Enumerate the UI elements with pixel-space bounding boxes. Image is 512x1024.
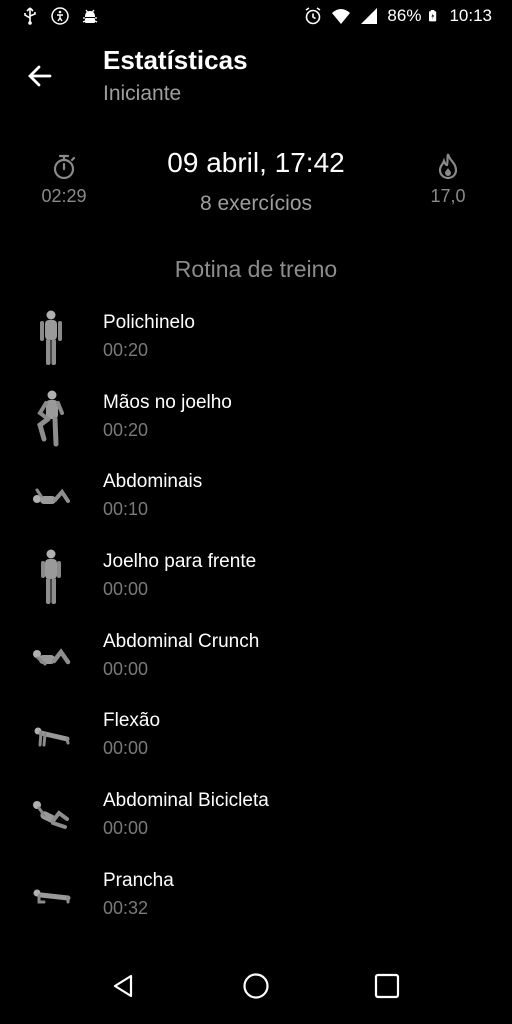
exercise-thumbnail — [22, 782, 80, 850]
exercise-thumbnail — [22, 304, 80, 372]
figure-bicycle-crunch-icon — [33, 801, 69, 830]
workout-duration: 02:29 — [41, 186, 87, 206]
back-triangle-icon — [113, 974, 133, 998]
exercise-item[interactable]: Prancha 00:32 — [0, 856, 512, 936]
exercise-time: 00:00 — [103, 658, 149, 679]
signal-icon — [361, 8, 378, 24]
exercise-time: 00:00 — [103, 818, 149, 839]
exercise-thumbnail — [22, 543, 80, 611]
session-date: 09 abril, 17:42 — [167, 147, 345, 178]
exercise-time: 00:32 — [103, 897, 149, 918]
figure-plank-icon — [33, 889, 71, 904]
exercise-item[interactable]: Flexão 00:00 — [0, 696, 512, 776]
exercise-item[interactable]: Mãos no joelho 00:20 — [0, 378, 512, 458]
clock: 10:13 — [449, 6, 492, 25]
nav-recents-button[interactable] — [367, 966, 407, 1006]
figure-knee-raise-icon — [37, 390, 64, 447]
alarm-icon — [305, 7, 321, 25]
exercise-time: 00:00 — [103, 579, 149, 600]
nav-home-button[interactable] — [236, 966, 276, 1006]
exercise-name: Abdominal Bicicleta — [103, 790, 269, 812]
exercise-name: Prancha — [103, 869, 174, 891]
accessibility-icon — [51, 7, 69, 25]
figure-lying-icon — [33, 488, 70, 505]
exercise-item[interactable]: Abdominais 00:10 — [0, 457, 512, 537]
home-circle-icon — [243, 973, 269, 999]
level-subtitle: Iniciante — [103, 82, 182, 105]
exercise-item[interactable]: Polichinelo 00:20 — [0, 298, 512, 378]
exercise-time: 00:10 — [103, 499, 149, 520]
nav-back-button[interactable] — [104, 966, 144, 1006]
exercise-item[interactable]: Abdominal Bicicleta 00:00 — [0, 776, 512, 856]
exercise-thumbnail — [22, 702, 80, 770]
stopwatch-icon — [53, 154, 76, 180]
exercise-thumbnail — [22, 384, 80, 452]
figure-crunch-icon — [33, 647, 71, 666]
exercise-name: Joelho para frente — [103, 551, 257, 573]
navigation-bar — [0, 944, 512, 1024]
exercise-count: 8 exercícios — [199, 192, 313, 215]
figure-pushup-icon — [34, 727, 70, 747]
exercise-thumbnail — [22, 623, 80, 691]
exercise-name: Mãos no joelho — [103, 391, 232, 413]
arrow-back-icon — [28, 65, 52, 87]
exercise-thumbnail — [22, 463, 80, 531]
flame-icon — [438, 153, 458, 180]
exercise-time: 00:00 — [103, 738, 149, 759]
exercise-item[interactable]: Abdominal Crunch 00:00 — [0, 617, 512, 697]
figure-standing-icon — [41, 549, 61, 605]
exercise-list: Polichinelo 00:20 Mãos no joelho 00:20 A… — [0, 298, 512, 936]
android-debug-icon — [82, 9, 98, 23]
exercise-name: Abdominal Crunch — [103, 630, 260, 652]
exercise-name: Flexão — [103, 710, 161, 732]
exercise-time: 00:20 — [103, 419, 149, 440]
exercise-name: Polichinelo — [103, 312, 195, 333]
usb-icon — [24, 7, 36, 25]
exercise-name: Abdominais — [103, 471, 203, 493]
figure-standing-icon — [40, 310, 62, 365]
battery-percent: 86% — [387, 6, 422, 25]
exercise-thumbnail — [22, 862, 80, 930]
page-title: Estatísticas — [103, 45, 248, 75]
status-bar: 86% 10:13 — [0, 0, 512, 36]
calories-burned: 17,0 — [430, 186, 466, 206]
exercise-time: 00:20 — [103, 340, 149, 360]
battery-charging-icon — [429, 10, 437, 22]
wifi-icon — [332, 9, 351, 24]
recents-square-icon — [374, 973, 400, 999]
routine-section-title: Rotina de treino — [174, 256, 338, 282]
back-button[interactable] — [22, 58, 58, 94]
exercise-item[interactable]: Joelho para frente 00:00 — [0, 537, 512, 617]
